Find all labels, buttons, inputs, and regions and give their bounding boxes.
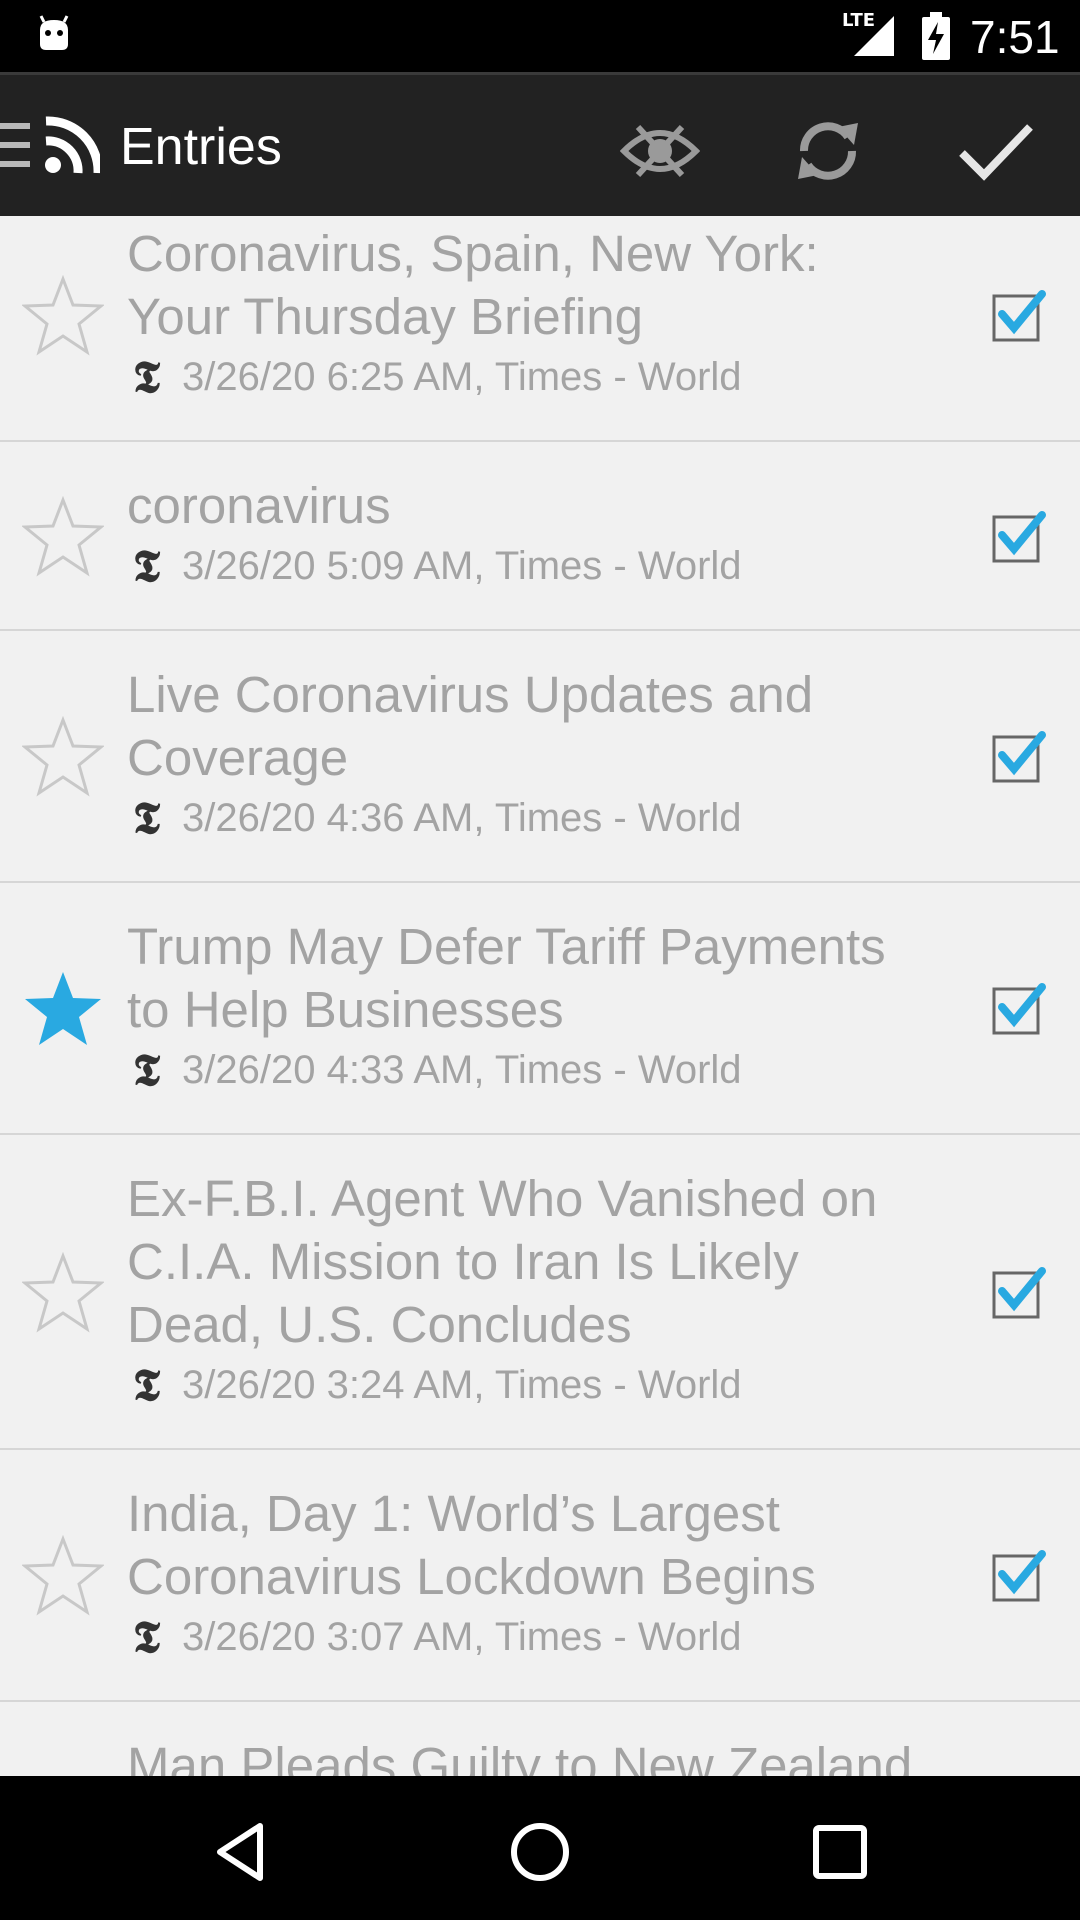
screen-title: Entries <box>120 118 282 176</box>
entries-list[interactable]: Coronavirus, Spain, New York: Your Thursd… <box>0 216 1080 1776</box>
navigation-bar <box>0 1776 1080 1920</box>
entry-title-line: Ex-F.B.I. Agent Who Vanished on <box>127 1170 878 1227</box>
entry-title-line: Coronavirus, Spain, New York: <box>127 225 819 282</box>
entry-title-line: Coronavirus Lockdown Begins <box>127 1548 816 1605</box>
hide-read-button[interactable] <box>612 103 708 199</box>
android-icon <box>39 15 69 50</box>
refresh-icon <box>798 122 858 180</box>
entry-date-source: 3/26/20 6:25 AM, Times - World <box>182 354 742 399</box>
entry-title: India, Day 1: World’s Largest Coronavirus… <box>127 1482 957 1608</box>
entry-title: Ex-F.B.I. Agent Who Vanished on C.I.A. Mi… <box>127 1167 957 1356</box>
star-filled-icon[interactable] <box>22 968 104 1050</box>
entry-title-line: Trump May Defer Tariff Payments <box>127 918 886 975</box>
entry-row[interactable]: Man Pleads Guilty to New ZealandMosque M… <box>0 1702 1080 1776</box>
clock: 7:51 <box>970 11 1060 63</box>
battery-charging-icon <box>922 12 950 60</box>
entry-row[interactable]: coronavirus 𝕿 3/26/20 5:09 AM, Times - Wor… <box>0 442 1080 631</box>
entry-title-line: Your Thursday Briefing <box>127 288 643 345</box>
entry-title-line: coronavirus <box>127 477 391 534</box>
mark-all-read-icon <box>959 124 1033 181</box>
entry-title-line: Dead, U.S. Concludes <box>127 1296 632 1353</box>
home-button[interactable] <box>492 1804 588 1900</box>
entry-row[interactable]: Ex-F.B.I. Agent Who Vanished on C.I.A. Mi… <box>0 1135 1080 1450</box>
entry-title-line: C.I.A. Mission to Iran Is Likely <box>127 1233 799 1290</box>
entry-title-line: Live Coronavirus Updates and <box>127 666 814 723</box>
source-logo-icon: 𝕿 <box>133 540 161 592</box>
entry-meta: 𝕿 3/26/20 3:07 AM, Times - World <box>127 1611 742 1663</box>
refresh-button[interactable] <box>780 103 876 199</box>
entry-row[interactable]: Live Coronavirus Updates and Coverage 𝕿 3/2… <box>0 631 1080 883</box>
entry-title-line: to Help Businesses <box>127 981 564 1038</box>
entry-title-line: India, Day 1: World’s Largest <box>127 1485 780 1542</box>
entry-meta: 𝕿 3/26/20 4:33 AM, Times - World <box>127 1044 742 1096</box>
source-logo-icon: 𝕿 <box>133 792 161 844</box>
recents-button[interactable] <box>792 1804 888 1900</box>
entry-date-source: 3/26/20 4:33 AM, Times - World <box>182 1047 742 1092</box>
entry-meta: 𝕿 3/26/20 5:09 AM, Times - World <box>127 540 742 592</box>
entry-row[interactable]: India, Day 1: World’s Largest Coronavirus… <box>0 1450 1080 1702</box>
entry-title: Trump May Defer Tariff Payments to Help B… <box>127 915 957 1041</box>
back-icon <box>217 1823 263 1881</box>
entry-meta: 𝕿 3/26/20 6:25 AM, Times - World <box>127 351 742 403</box>
entry-date-source: 3/26/20 5:09 AM, Times - World <box>182 543 742 588</box>
entry-title: Live Coronavirus Updates and Coverage <box>127 663 957 789</box>
status-bar: LTE 7:51 <box>0 0 1080 72</box>
star-outline-icon[interactable] <box>22 275 104 357</box>
entry-row[interactable]: Coronavirus, Spain, New York: Your Thursd… <box>0 216 1080 442</box>
read-checkbox-checked-icon[interactable] <box>990 1265 1046 1321</box>
entry-date-source: 3/26/20 3:24 AM, Times - World <box>182 1362 742 1407</box>
entry-meta: 𝕿 3/26/20 4:36 AM, Times - World <box>127 792 742 844</box>
read-checkbox-checked-icon[interactable] <box>990 981 1046 1037</box>
source-logo-icon: 𝕿 <box>133 1611 161 1663</box>
read-checkbox-checked-icon[interactable] <box>990 729 1046 785</box>
entry-title: coronavirus <box>127 474 957 537</box>
home-icon <box>511 1823 569 1881</box>
mark-all-read-button[interactable] <box>948 103 1044 199</box>
star-outline-icon[interactable] <box>22 1251 104 1334</box>
star-outline-icon[interactable] <box>22 716 104 798</box>
source-logo-icon: 𝕿 <box>133 1044 161 1096</box>
back-button[interactable] <box>192 1804 288 1900</box>
source-logo-icon: 𝕿 <box>133 1359 161 1411</box>
hide-read-icon <box>620 124 700 178</box>
action-bar: Entries <box>0 72 1080 216</box>
read-checkbox-checked-icon[interactable] <box>990 509 1046 565</box>
source-logo-icon: 𝕿 <box>133 351 161 403</box>
rss-icon[interactable] <box>44 115 100 175</box>
signal-icon <box>854 16 894 56</box>
read-checkbox-checked-icon[interactable] <box>990 288 1046 344</box>
entry-date-source: 3/26/20 4:36 AM, Times - World <box>182 795 742 840</box>
star-outline-icon[interactable] <box>22 1535 104 1617</box>
star-outline-icon[interactable] <box>22 495 104 578</box>
entry-title-line: Man Pleads Guilty to New Zealand <box>127 1737 913 1776</box>
entry-meta: 𝕿 3/26/20 3:24 AM, Times - World <box>127 1359 742 1411</box>
entry-date-source: 3/26/20 3:07 AM, Times - World <box>182 1614 742 1659</box>
drawer-icon[interactable] <box>0 123 32 167</box>
entry-row[interactable]: Trump May Defer Tariff Payments to Help B… <box>0 883 1080 1135</box>
entry-title: Coronavirus, Spain, New York: Your Thursd… <box>127 222 957 348</box>
recents-icon <box>813 1825 867 1879</box>
entry-title: Man Pleads Guilty to New ZealandMosque M… <box>127 1734 957 1776</box>
entry-title-line: Coverage <box>127 729 349 786</box>
read-checkbox-checked-icon[interactable] <box>990 1548 1046 1604</box>
